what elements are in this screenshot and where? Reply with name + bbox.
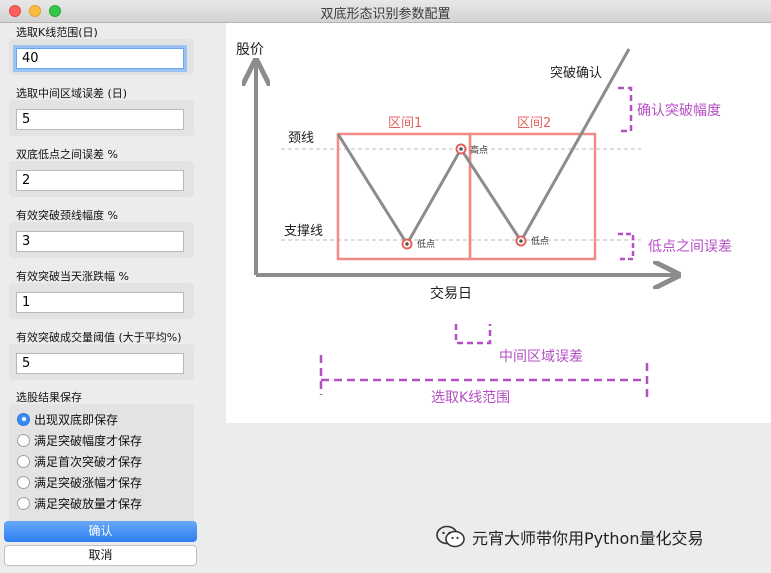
breakout-change-input[interactable] xyxy=(16,292,184,313)
window-title: 双底形态识别参数配置 xyxy=(320,7,451,22)
radio-unchecked-icon[interactable] xyxy=(17,496,30,510)
neckline-label: 颈线 xyxy=(288,131,314,146)
middle-error-label: 中间区域误差 xyxy=(499,349,583,365)
save-option-double-bottom[interactable]: 出现双底即保存 xyxy=(17,410,118,428)
kline-range-label: 选取K线范围(日) xyxy=(16,26,98,39)
middle-error-label: 选取中间区域误差 (日) xyxy=(16,87,128,100)
zone-1-label: 区间1 xyxy=(388,116,422,131)
neckline-breakout-input[interactable] xyxy=(16,231,184,252)
low-error-label: 双底低点之间误差 % xyxy=(16,148,118,161)
window-titlebar: 双底形态识别参数配置 xyxy=(0,0,771,23)
cancel-button[interactable]: 取消 xyxy=(4,545,197,566)
breakout-volume-label: 有效突破成交量阈值 (大于平均%) xyxy=(16,331,182,344)
breakout-change-label: 有效突破当天涨跌幅 % xyxy=(16,270,129,283)
watermark-text: 元宵大师带你用Python量化交易 xyxy=(472,529,704,548)
save-option-breakout-gain[interactable]: 满足突破涨幅才保存 xyxy=(17,473,142,491)
zone-2-label: 区间2 xyxy=(517,116,551,131)
middle-error-input[interactable] xyxy=(16,109,184,130)
kline-range-label: 选取K线范围 xyxy=(431,389,510,406)
radio-unchecked-icon[interactable] xyxy=(17,454,30,468)
diagram-svg: 股价 交易日 颈线 支撑线 区间1 区间2 突破确认 低点 高点 低点 确认突破… xyxy=(236,42,732,406)
middle-error-bracket xyxy=(454,324,492,345)
neckline-breakout-label: 有效突破颈线幅度 % xyxy=(16,209,118,222)
low-error-input[interactable] xyxy=(16,170,184,191)
low-error-label: 低点之间误差 xyxy=(648,239,732,255)
confirm-button[interactable]: 确认 xyxy=(4,521,197,542)
breakout-volume-input[interactable] xyxy=(16,353,184,374)
low-error-bracket xyxy=(618,232,635,261)
settings-panel: 选取K线范围(日) 选取中间区域误差 (日) 双底低点之间误差 % 有效突破颈线… xyxy=(0,23,222,573)
low-point-2-label: 低点 xyxy=(531,235,549,247)
breakout-margin-bracket xyxy=(618,86,633,133)
save-options-label: 选股结果保存 xyxy=(16,391,82,404)
high-point-label: 高点 xyxy=(470,144,488,156)
low-point-1-label: 低点 xyxy=(417,238,435,250)
watermark: 元宵大师带你用Python量化交易 xyxy=(436,524,703,550)
save-option-breakout-volume[interactable]: 满足突破放量才保存 xyxy=(17,494,142,512)
x-axis-label: 交易日 xyxy=(430,285,472,302)
kline-range-input[interactable] xyxy=(16,48,184,69)
save-option-breakout-margin[interactable]: 满足突破幅度才保存 xyxy=(17,431,142,449)
save-option-first-breakout[interactable]: 满足首次突破才保存 xyxy=(17,452,142,470)
double-bottom-diagram: 股价 交易日 颈线 支撑线 区间1 区间2 突破确认 低点 高点 低点 确认突破… xyxy=(226,23,771,423)
radio-unchecked-icon[interactable] xyxy=(17,433,30,447)
breakout-margin-label: 确认突破幅度 xyxy=(637,103,721,119)
wechat-icon xyxy=(436,525,465,548)
breakout-label: 突破确认 xyxy=(550,65,602,81)
support-label: 支撑线 xyxy=(284,224,323,239)
y-axis-label: 股价 xyxy=(236,42,264,58)
radio-checked-icon[interactable] xyxy=(17,412,30,426)
radio-unchecked-icon[interactable] xyxy=(17,475,30,489)
